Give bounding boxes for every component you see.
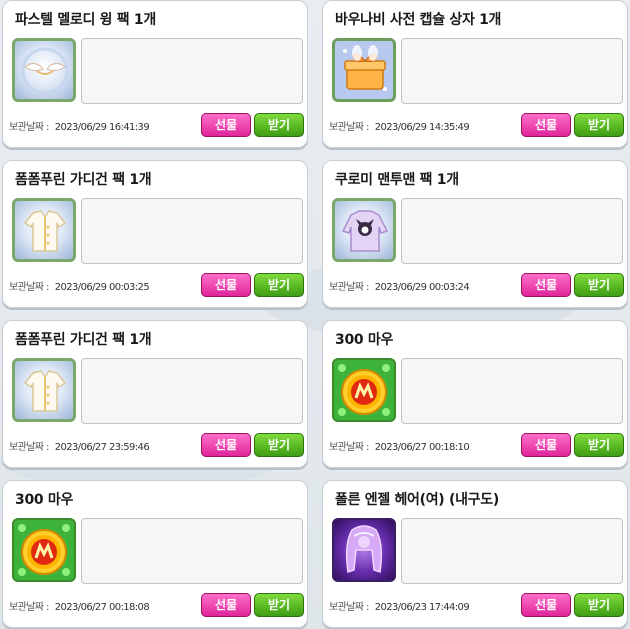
item-description-box (81, 358, 303, 424)
storage-item-card: 폴른 엔젤 헤어(여) (내구도) 보관날짜 :2023/06/23 17:44… (322, 480, 628, 628)
storage-date: 보관날짜 :2023/06/29 16:41:39 (9, 122, 150, 133)
capsule-box-icon (335, 41, 393, 99)
item-title: 파스텔 멜로디 윙 팩 1개 (15, 12, 156, 28)
gift-button[interactable]: 선물 (521, 593, 571, 617)
receive-button[interactable]: 받기 (254, 593, 304, 617)
gift-button[interactable]: 선물 (521, 113, 571, 137)
storage-item-card: 폼폼푸린 가디건 팩 1개 보관날짜 :2023/06/27 23:59:46 … (2, 320, 308, 468)
item-title: 폼폼푸린 가디건 팩 1개 (15, 332, 152, 348)
receive-button[interactable]: 받기 (574, 433, 624, 457)
item-title: 300 마우 (15, 492, 74, 508)
receive-button[interactable]: 받기 (254, 433, 304, 457)
item-description-box (401, 198, 623, 264)
kuromi-sweatshirt-icon (341, 210, 389, 252)
storage-date: 보관날짜 :2023/06/23 17:44:09 (329, 602, 470, 613)
maple-point-icon (338, 364, 390, 416)
storage-item-card: 300 마우 보관날짜 :2023/06/27 00:18:10 선물 받기 (322, 320, 628, 468)
item-thumbnail (332, 518, 396, 582)
storage-date: 보관날짜 :2023/06/29 00:03:25 (9, 282, 150, 293)
storage-item-card: 폼폼푸린 가디건 팩 1개 보관날짜 :2023/06/29 00:03:25 … (2, 160, 308, 308)
item-thumbnail (332, 38, 396, 102)
storage-date: 보관날짜 :2023/06/27 23:59:46 (9, 442, 150, 453)
item-title: 300 마우 (335, 332, 394, 348)
storage-item-card: 300 마우 보관날짜 :2023/06/27 00:18:08 선물 받기 (2, 480, 308, 628)
receive-button[interactable]: 받기 (254, 113, 304, 137)
item-thumbnail (12, 518, 76, 582)
item-thumbnail (12, 198, 76, 262)
item-title: 바우나비 사전 캡슐 상자 1개 (335, 12, 502, 28)
item-description-box (401, 38, 623, 104)
item-title: 폴른 엔젤 헤어(여) (내구도) (335, 492, 499, 508)
item-thumbnail (332, 198, 396, 262)
item-description-box (81, 38, 303, 104)
storage-date: 보관날짜 :2023/06/29 00:03:24 (329, 282, 470, 293)
item-title: 쿠로미 맨투맨 팩 1개 (335, 172, 459, 188)
item-description-box (401, 358, 623, 424)
item-description-box (81, 198, 303, 264)
gift-button[interactable]: 선물 (201, 433, 251, 457)
receive-button[interactable]: 받기 (574, 593, 624, 617)
receive-button[interactable]: 받기 (574, 273, 624, 297)
item-thumbnail (12, 38, 76, 102)
gift-button[interactable]: 선물 (201, 273, 251, 297)
item-thumbnail (12, 358, 76, 422)
storage-date: 보관날짜 :2023/06/27 00:18:08 (9, 602, 150, 613)
item-title: 폼폼푸린 가디건 팩 1개 (15, 172, 152, 188)
pastel-wing-icon (21, 47, 69, 95)
storage-item-card: 파스텔 멜로디 윙 팩 1개 보관날짜 :2023/06/29 16:41:39… (2, 0, 308, 148)
storage-date: 보관날짜 :2023/06/27 00:18:10 (329, 442, 470, 453)
cardigan-icon (23, 210, 67, 252)
gift-button[interactable]: 선물 (521, 433, 571, 457)
receive-button[interactable]: 받기 (254, 273, 304, 297)
gift-button[interactable]: 선물 (201, 113, 251, 137)
item-description-box (81, 518, 303, 584)
gift-button[interactable]: 선물 (201, 593, 251, 617)
gift-button[interactable]: 선물 (521, 273, 571, 297)
item-description-box (401, 518, 623, 584)
storage-item-card: 바우나비 사전 캡슐 상자 1개 보관날짜 :2023/06/29 14:35:… (322, 0, 628, 148)
storage-item-card: 쿠로미 맨투맨 팩 1개 보관날짜 :2023/06/29 00:03:24 선… (322, 160, 628, 308)
fallen-angel-hair-icon (345, 525, 383, 573)
cardigan-icon (23, 370, 67, 412)
item-thumbnail (332, 358, 396, 422)
storage-date: 보관날짜 :2023/06/29 14:35:49 (329, 122, 470, 133)
receive-button[interactable]: 받기 (574, 113, 624, 137)
maple-point-icon (18, 524, 70, 576)
